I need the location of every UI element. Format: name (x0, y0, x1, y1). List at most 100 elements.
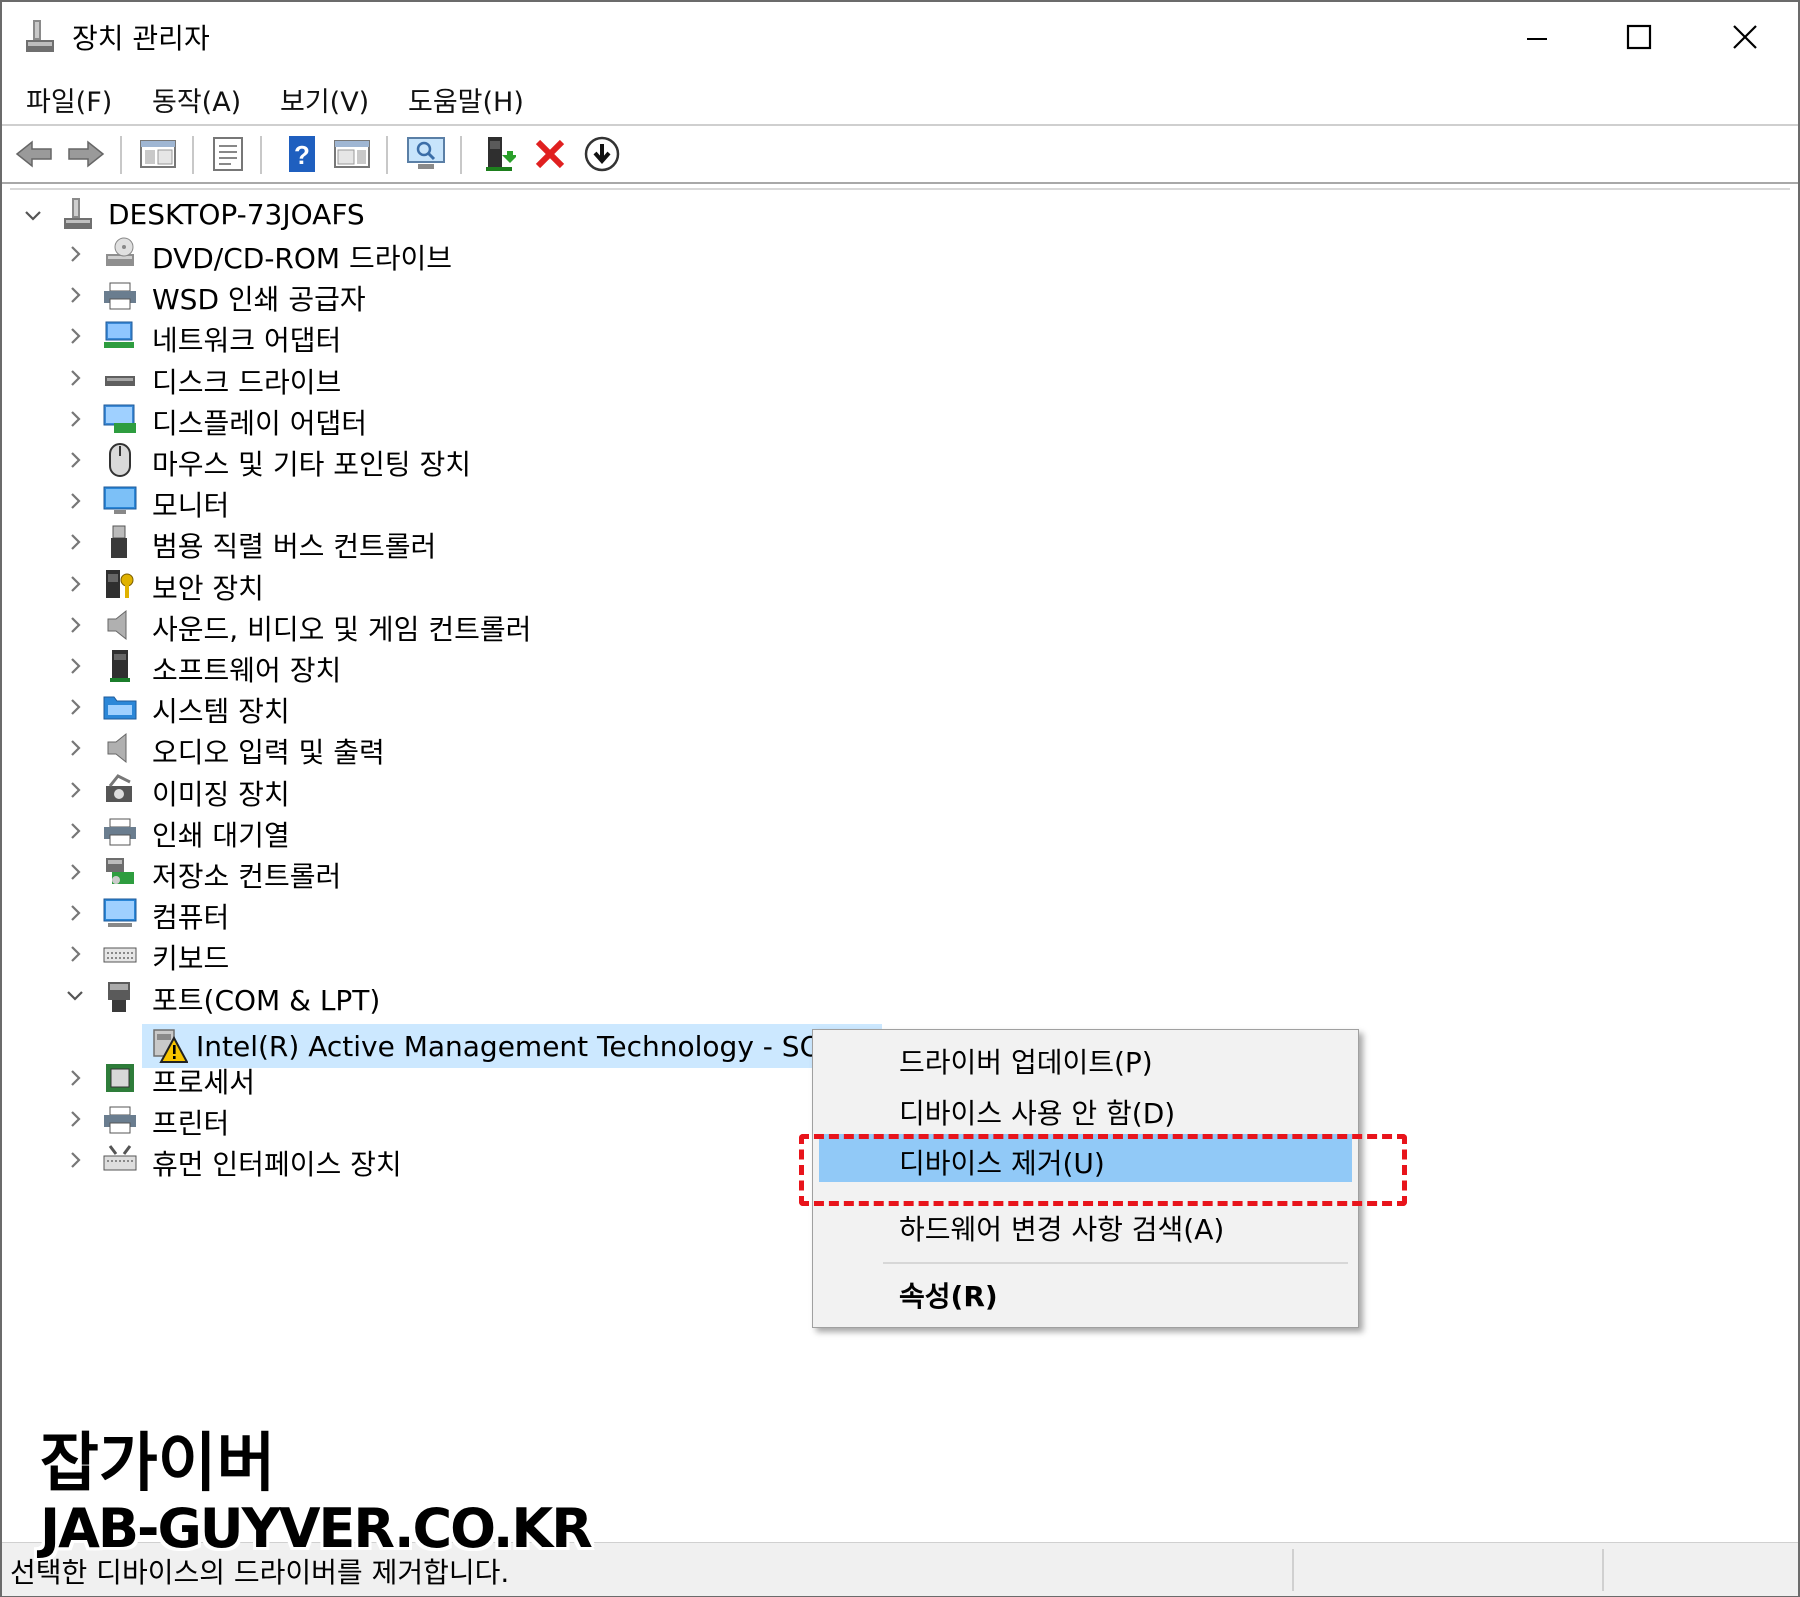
tree-category-label[interactable]: 디스크 드라이브 (152, 361, 341, 401)
tree-category-label[interactable]: 사운드, 비디오 및 게임 컨트롤러 (152, 608, 531, 648)
menu-item-disable-device[interactable]: 디바이스 사용 안 함(D) (819, 1084, 1352, 1132)
tree-category-label[interactable]: 컴퓨터 (152, 896, 229, 936)
warning-icon (152, 1028, 189, 1064)
chevron-right-icon[interactable] (66, 1151, 84, 1169)
tree-category-label[interactable]: 마우스 및 기타 포인팅 장치 (152, 443, 471, 483)
highlight-annotation (799, 1134, 1407, 1206)
port-icon (102, 978, 138, 1014)
chevron-down-icon[interactable] (66, 987, 84, 1005)
chevron-right-icon[interactable] (66, 781, 84, 799)
action-pane-icon[interactable] (332, 134, 372, 174)
chevron-right-icon[interactable] (66, 657, 84, 675)
tree-category-label[interactable]: 키보드 (152, 937, 229, 977)
selected-device-label[interactable]: Intel(R) Active Management Technology - … (196, 1030, 887, 1063)
printer-icon (102, 813, 138, 849)
speaker-icon (102, 607, 138, 643)
chevron-right-icon[interactable] (66, 904, 84, 922)
dvd-drive-icon (102, 236, 138, 272)
monitor-icon (102, 483, 138, 519)
printer-icon (102, 277, 138, 313)
tree-border (10, 188, 1790, 190)
minimize-button[interactable] (1492, 12, 1582, 62)
toolbar-separator (192, 136, 194, 174)
menu-item-properties[interactable]: 속성(R) (819, 1267, 1352, 1315)
chevron-right-icon[interactable] (66, 863, 84, 881)
tree-category-label[interactable]: 소프트웨어 장치 (152, 649, 341, 689)
usb-icon (102, 524, 138, 560)
chevron-right-icon[interactable] (66, 492, 84, 510)
menu-item-label: 드라이버 업데이트(P) (899, 1046, 1153, 1079)
chevron-right-icon[interactable] (66, 739, 84, 757)
mouse-icon (102, 442, 138, 478)
tree-category-label[interactable]: 프린터 (152, 1102, 229, 1142)
scan-hardware-icon[interactable] (406, 134, 446, 174)
device-manager-app-icon (24, 18, 56, 54)
toolbar-divider (2, 182, 1798, 184)
tree-category-label[interactable]: WSD 인쇄 공급자 (152, 278, 366, 318)
chevron-right-icon[interactable] (66, 451, 84, 469)
chevron-right-icon[interactable] (66, 822, 84, 840)
tree-category-label[interactable]: 이미징 장치 (152, 773, 290, 813)
device-tree: DESKTOP-73JOAFS DVD/CD-ROM 드라이브 WSD 인쇄 공급… (2, 192, 1798, 1532)
camera-icon (102, 772, 138, 808)
tree-category-label[interactable]: 디스플레이 어댑터 (152, 402, 367, 442)
chevron-right-icon[interactable] (66, 327, 84, 345)
properties-icon[interactable] (208, 134, 248, 174)
tree-category-label[interactable]: 휴먼 인터페이스 장치 (152, 1143, 402, 1183)
tree-category-label[interactable]: 보안 장치 (152, 567, 264, 607)
chevron-right-icon[interactable] (66, 245, 84, 263)
chevron-right-icon[interactable] (66, 410, 84, 428)
forward-arrow-icon[interactable] (66, 134, 106, 174)
menu-item-label: 디바이스 사용 안 함(D) (899, 1097, 1176, 1130)
chevron-right-icon[interactable] (66, 369, 84, 387)
tree-category-label[interactable]: 네트워크 어댑터 (152, 319, 341, 359)
menu-item-scan-hardware[interactable]: 하드웨어 변경 사항 검색(A) (819, 1200, 1352, 1248)
chevron-right-icon[interactable] (66, 1069, 84, 1087)
show-hide-console-tree-icon[interactable] (138, 134, 178, 174)
maximize-button[interactable] (1594, 12, 1684, 62)
close-button[interactable] (1700, 12, 1790, 62)
back-arrow-icon[interactable] (14, 134, 54, 174)
computer-root-icon (60, 196, 96, 232)
menu-view[interactable]: 보기(V) (280, 80, 369, 119)
status-divider (1292, 1549, 1294, 1591)
toolbar-separator (260, 136, 262, 174)
chevron-down-icon[interactable] (24, 207, 42, 225)
uninstall-device-icon[interactable] (530, 134, 570, 174)
download-icon[interactable] (582, 134, 622, 174)
menu-help[interactable]: 도움말(H) (408, 80, 524, 119)
tree-category-label[interactable]: 시스템 장치 (152, 690, 290, 730)
toolbar: ? (2, 126, 1798, 182)
update-driver-icon[interactable] (480, 134, 520, 174)
root-computer-label[interactable]: DESKTOP-73JOAFS (108, 198, 365, 231)
chevron-right-icon[interactable] (66, 616, 84, 634)
chevron-right-icon[interactable] (66, 286, 84, 304)
tree-category-label[interactable]: 모니터 (152, 484, 229, 524)
hid-icon (102, 1142, 138, 1178)
tree-category-label[interactable]: DVD/CD-ROM 드라이브 (152, 237, 452, 277)
help-icon[interactable]: ? (282, 134, 322, 174)
tree-category-label[interactable]: 포트(COM & LPT) (152, 979, 380, 1019)
tree-category-label[interactable]: 오디오 입력 및 출력 (152, 731, 385, 771)
chevron-right-icon[interactable] (66, 533, 84, 551)
chevron-right-icon[interactable] (66, 698, 84, 716)
display-adapter-icon (102, 401, 138, 437)
tree-category-label[interactable]: 저장소 컨트롤러 (152, 855, 341, 895)
computer-icon (102, 895, 138, 931)
menu-action[interactable]: 동작(A) (152, 80, 241, 119)
chevron-right-icon[interactable] (66, 575, 84, 593)
menu-item-label: 하드웨어 변경 사항 검색(A) (899, 1213, 1225, 1246)
tree-category-label[interactable]: 범용 직렬 버스 컨트롤러 (152, 525, 436, 565)
menu-bar: 파일(F) 동작(A) 보기(V) 도움말(H) (2, 74, 1798, 124)
processor-icon (102, 1060, 138, 1096)
toolbar-separator (120, 136, 122, 174)
chevron-right-icon[interactable] (66, 1110, 84, 1128)
speaker-icon (102, 730, 138, 766)
chevron-right-icon[interactable] (66, 945, 84, 963)
menu-item-update-driver[interactable]: 드라이버 업데이트(P) (819, 1033, 1352, 1081)
svg-text:?: ? (294, 140, 310, 170)
software-device-icon (102, 648, 138, 684)
tree-category-label[interactable]: 인쇄 대기열 (152, 814, 290, 854)
menu-file[interactable]: 파일(F) (26, 80, 112, 119)
device-manager-window: 장치 관리자 파일(F) 동작(A) 보기(V) 도움말(H) ? DESKTO… (0, 0, 1800, 1597)
